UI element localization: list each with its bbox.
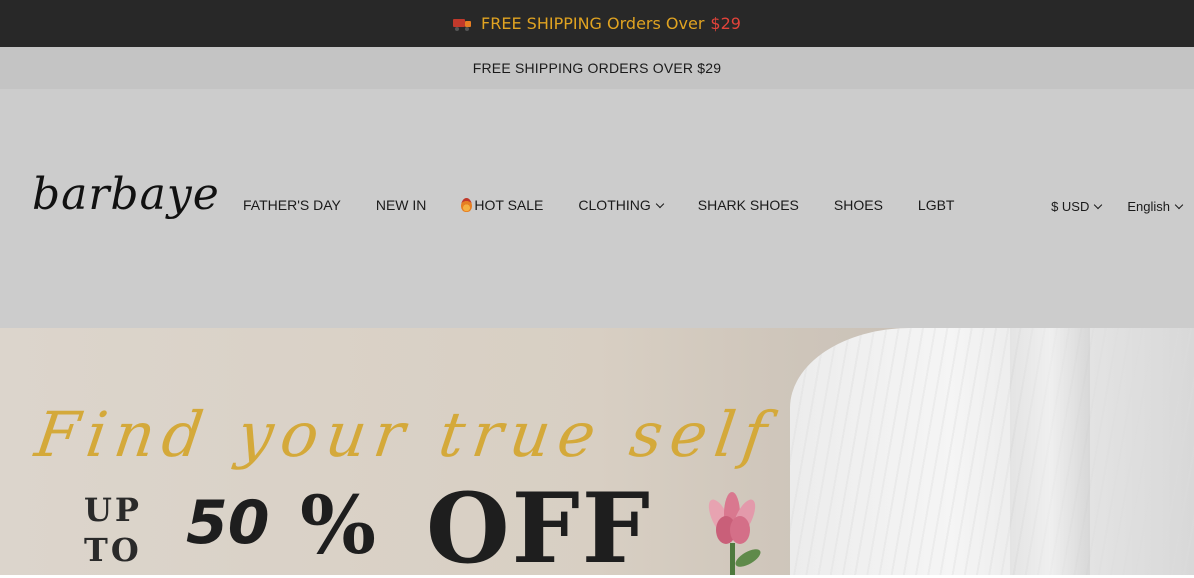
nav-item-hot-sale[interactable]: HOT SALE	[461, 197, 543, 213]
chevron-down-icon	[1094, 200, 1103, 210]
flower-image	[708, 492, 761, 575]
currency-selector[interactable]: $ USD	[1051, 199, 1103, 214]
nav-item-fathers-day[interactable]: FATHER'S DAY	[243, 197, 341, 213]
hero-model-image	[790, 328, 1194, 575]
hero-to: TO	[84, 531, 142, 569]
nav-item-shoes[interactable]: SHOES	[834, 197, 883, 213]
hero-sleeve-shade	[1010, 328, 1090, 575]
hero-percent-sign: %	[300, 478, 377, 572]
hero-banner[interactable]: Find your true self UP TO 50 % OFF	[0, 328, 1194, 575]
announcement-bar: FREE SHIPPING ORDERS OVER $29	[0, 47, 1194, 89]
hero-script-headline: Find your true self	[30, 398, 780, 471]
site-header: barbaye FATHER'S DAY NEW IN HOT SALE CLO…	[0, 89, 1194, 328]
main-nav: FATHER'S DAY NEW IN HOT SALE CLOTHING SH…	[243, 197, 989, 213]
flame-icon	[461, 198, 473, 212]
nav-item-label: CLOTHING	[578, 197, 651, 213]
nav-item-new-in[interactable]: NEW IN	[376, 197, 427, 213]
announcement-text: FREE SHIPPING ORDERS OVER $29	[472, 60, 722, 76]
hero-discount-number: 50	[186, 488, 270, 558]
promo-price: $29	[710, 14, 741, 33]
nav-item-shark-shoes[interactable]: SHARK SHOES	[698, 197, 799, 213]
promo-bar: FREE SHIPPING Orders Over $29	[0, 0, 1194, 47]
language-selector[interactable]: English	[1127, 199, 1184, 214]
nav-item-label: FATHER'S DAY	[243, 197, 341, 213]
nav-item-label: LGBT	[917, 197, 955, 213]
chevron-down-icon	[655, 199, 664, 208]
chevron-down-icon	[1174, 200, 1184, 210]
nav-item-label: HOT SALE	[474, 197, 544, 213]
hero-up: UP	[84, 491, 142, 529]
nav-item-clothing[interactable]: CLOTHING	[578, 197, 664, 213]
site-logo[interactable]: barbaye	[32, 169, 220, 220]
language-label: English	[1127, 199, 1170, 214]
hero-up-to: UP TO	[84, 490, 142, 570]
nav-item-label: SHARK SHOES	[697, 197, 799, 213]
nav-item-lgbt[interactable]: LGBT	[918, 197, 955, 213]
hero-off-text: OFF	[426, 472, 652, 575]
nav-item-label: NEW IN	[375, 197, 427, 213]
nav-item-label: SHOES	[833, 197, 883, 213]
header-tools: $ USD English	[1051, 199, 1184, 214]
promo-text: FREE SHIPPING Orders Over	[481, 14, 705, 33]
currency-label: $ USD	[1051, 199, 1090, 214]
truck-icon	[453, 18, 472, 31]
